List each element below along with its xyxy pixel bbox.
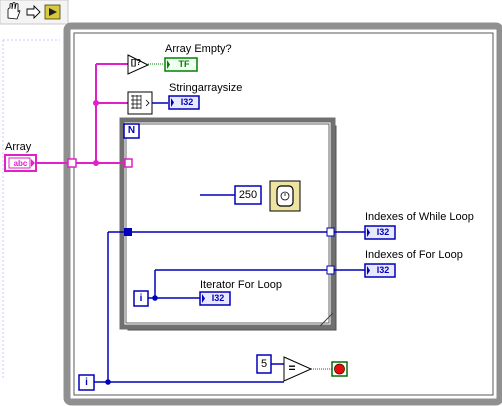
for-count-terminal: N bbox=[127, 125, 136, 136]
while-index-label: Indexes of While Loop bbox=[365, 211, 474, 223]
string-array-size-type-text: I32 bbox=[180, 97, 194, 107]
array-empty-type-text: TF bbox=[178, 59, 190, 69]
iterator-for-label: Iterator For Loop bbox=[200, 279, 282, 291]
while-index-type-text: I32 bbox=[376, 227, 390, 237]
while-iter-terminal: i bbox=[85, 377, 88, 388]
for-index-label: Indexes of For Loop bbox=[365, 249, 463, 261]
hand-icon[interactable] bbox=[7, 2, 21, 20]
wait-ms-constant: 250 bbox=[238, 189, 258, 201]
for-loop-autoindex-tunnel bbox=[124, 158, 133, 168]
string-array-size-label: Stringarraysize bbox=[169, 82, 243, 94]
equal-symbol: = bbox=[288, 361, 296, 375]
for-iter-terminal: i bbox=[139, 293, 143, 304]
compare-constant: 5 bbox=[260, 358, 268, 370]
array-label: Array bbox=[5, 141, 32, 153]
array-tunnel bbox=[67, 158, 77, 168]
array-empty-label: Array Empty? bbox=[165, 43, 232, 55]
wait-function[interactable] bbox=[269, 180, 301, 212]
for-index-type-text: I32 bbox=[376, 265, 390, 275]
iterator-for-type-text: I32 bbox=[211, 293, 225, 303]
toolbar bbox=[0, 0, 69, 25]
bulb-icon[interactable] bbox=[44, 4, 61, 20]
empty-array-fn-text: []? bbox=[130, 58, 142, 67]
stop-condition-terminal[interactable] bbox=[331, 361, 348, 377]
for-count-tunnel bbox=[124, 228, 132, 236]
array-type-text: abc bbox=[13, 159, 28, 168]
while-index-tunnel bbox=[326, 227, 335, 237]
for-index-tunnel bbox=[326, 265, 335, 275]
array-size-function[interactable] bbox=[127, 91, 153, 115]
